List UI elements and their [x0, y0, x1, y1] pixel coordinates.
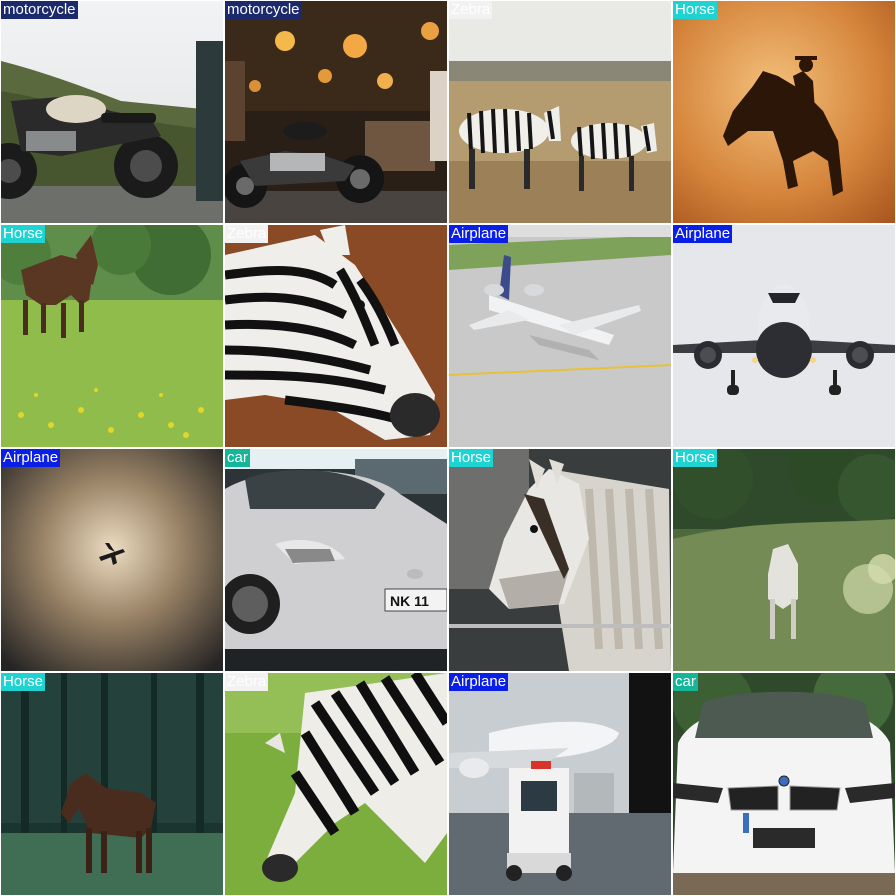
tile-label: Horse [449, 449, 494, 467]
image-tile[interactable]: motorcycle [225, 1, 447, 223]
horse-photo [1, 225, 223, 447]
tile-label: motorcycle [1, 1, 78, 19]
tile-label: Horse [673, 1, 718, 19]
tile-label: Airplane [1, 449, 61, 467]
image-tile[interactable]: Zebra [225, 673, 447, 895]
image-tile[interactable]: Horse [673, 1, 895, 223]
image-tile[interactable]: motorcycle [1, 1, 223, 223]
image-tile[interactable]: Airplane [673, 225, 895, 447]
airplane-photo [673, 225, 895, 447]
tile-label: motorcycle [225, 1, 302, 19]
motorcycle-photo [1, 1, 223, 223]
tile-label: Airplane [673, 225, 733, 243]
image-grid: motorcycle motorcycle Zebra Horse Horse … [0, 0, 896, 896]
tile-label: Zebra [225, 225, 269, 243]
car-photo [673, 673, 895, 895]
tile-label: car [225, 449, 250, 467]
image-tile[interactable]: Airplane [449, 225, 671, 447]
image-tile[interactable]: car [673, 673, 895, 895]
airplane-photo [1, 449, 223, 671]
horse-photo [673, 1, 895, 223]
image-tile[interactable]: Horse [1, 673, 223, 895]
airplane-photo [449, 225, 671, 447]
horse-photo [1, 673, 223, 895]
motorcycle-photo [225, 1, 447, 223]
horse-photo [673, 449, 895, 671]
airplane-photo [449, 673, 671, 895]
image-tile[interactable]: Airplane [1, 449, 223, 671]
image-tile[interactable]: Zebra [225, 225, 447, 447]
tile-label: Horse [1, 225, 46, 243]
svg-text:NK 11: NK 11 [390, 593, 429, 609]
tile-label: Airplane [449, 673, 509, 691]
tile-label: Horse [1, 673, 46, 691]
image-tile[interactable]: Airplane [449, 673, 671, 895]
image-tile[interactable]: Horse [1, 225, 223, 447]
tile-label: Zebra [225, 673, 269, 691]
tile-label: Horse [673, 449, 718, 467]
zebra-photo [225, 673, 447, 895]
image-tile[interactable]: Horse [673, 449, 895, 671]
tile-label: Airplane [449, 225, 509, 243]
image-tile[interactable]: Horse [449, 449, 671, 671]
horse-photo [449, 449, 671, 671]
zebra-photo [225, 225, 447, 447]
tile-label: car [673, 673, 698, 691]
image-tile[interactable]: NK 11 car [225, 449, 447, 671]
car-photo: NK 11 [225, 449, 447, 671]
tile-label: Zebra [449, 1, 493, 19]
image-tile[interactable]: Zebra [449, 1, 671, 223]
zebra-photo [449, 1, 671, 223]
